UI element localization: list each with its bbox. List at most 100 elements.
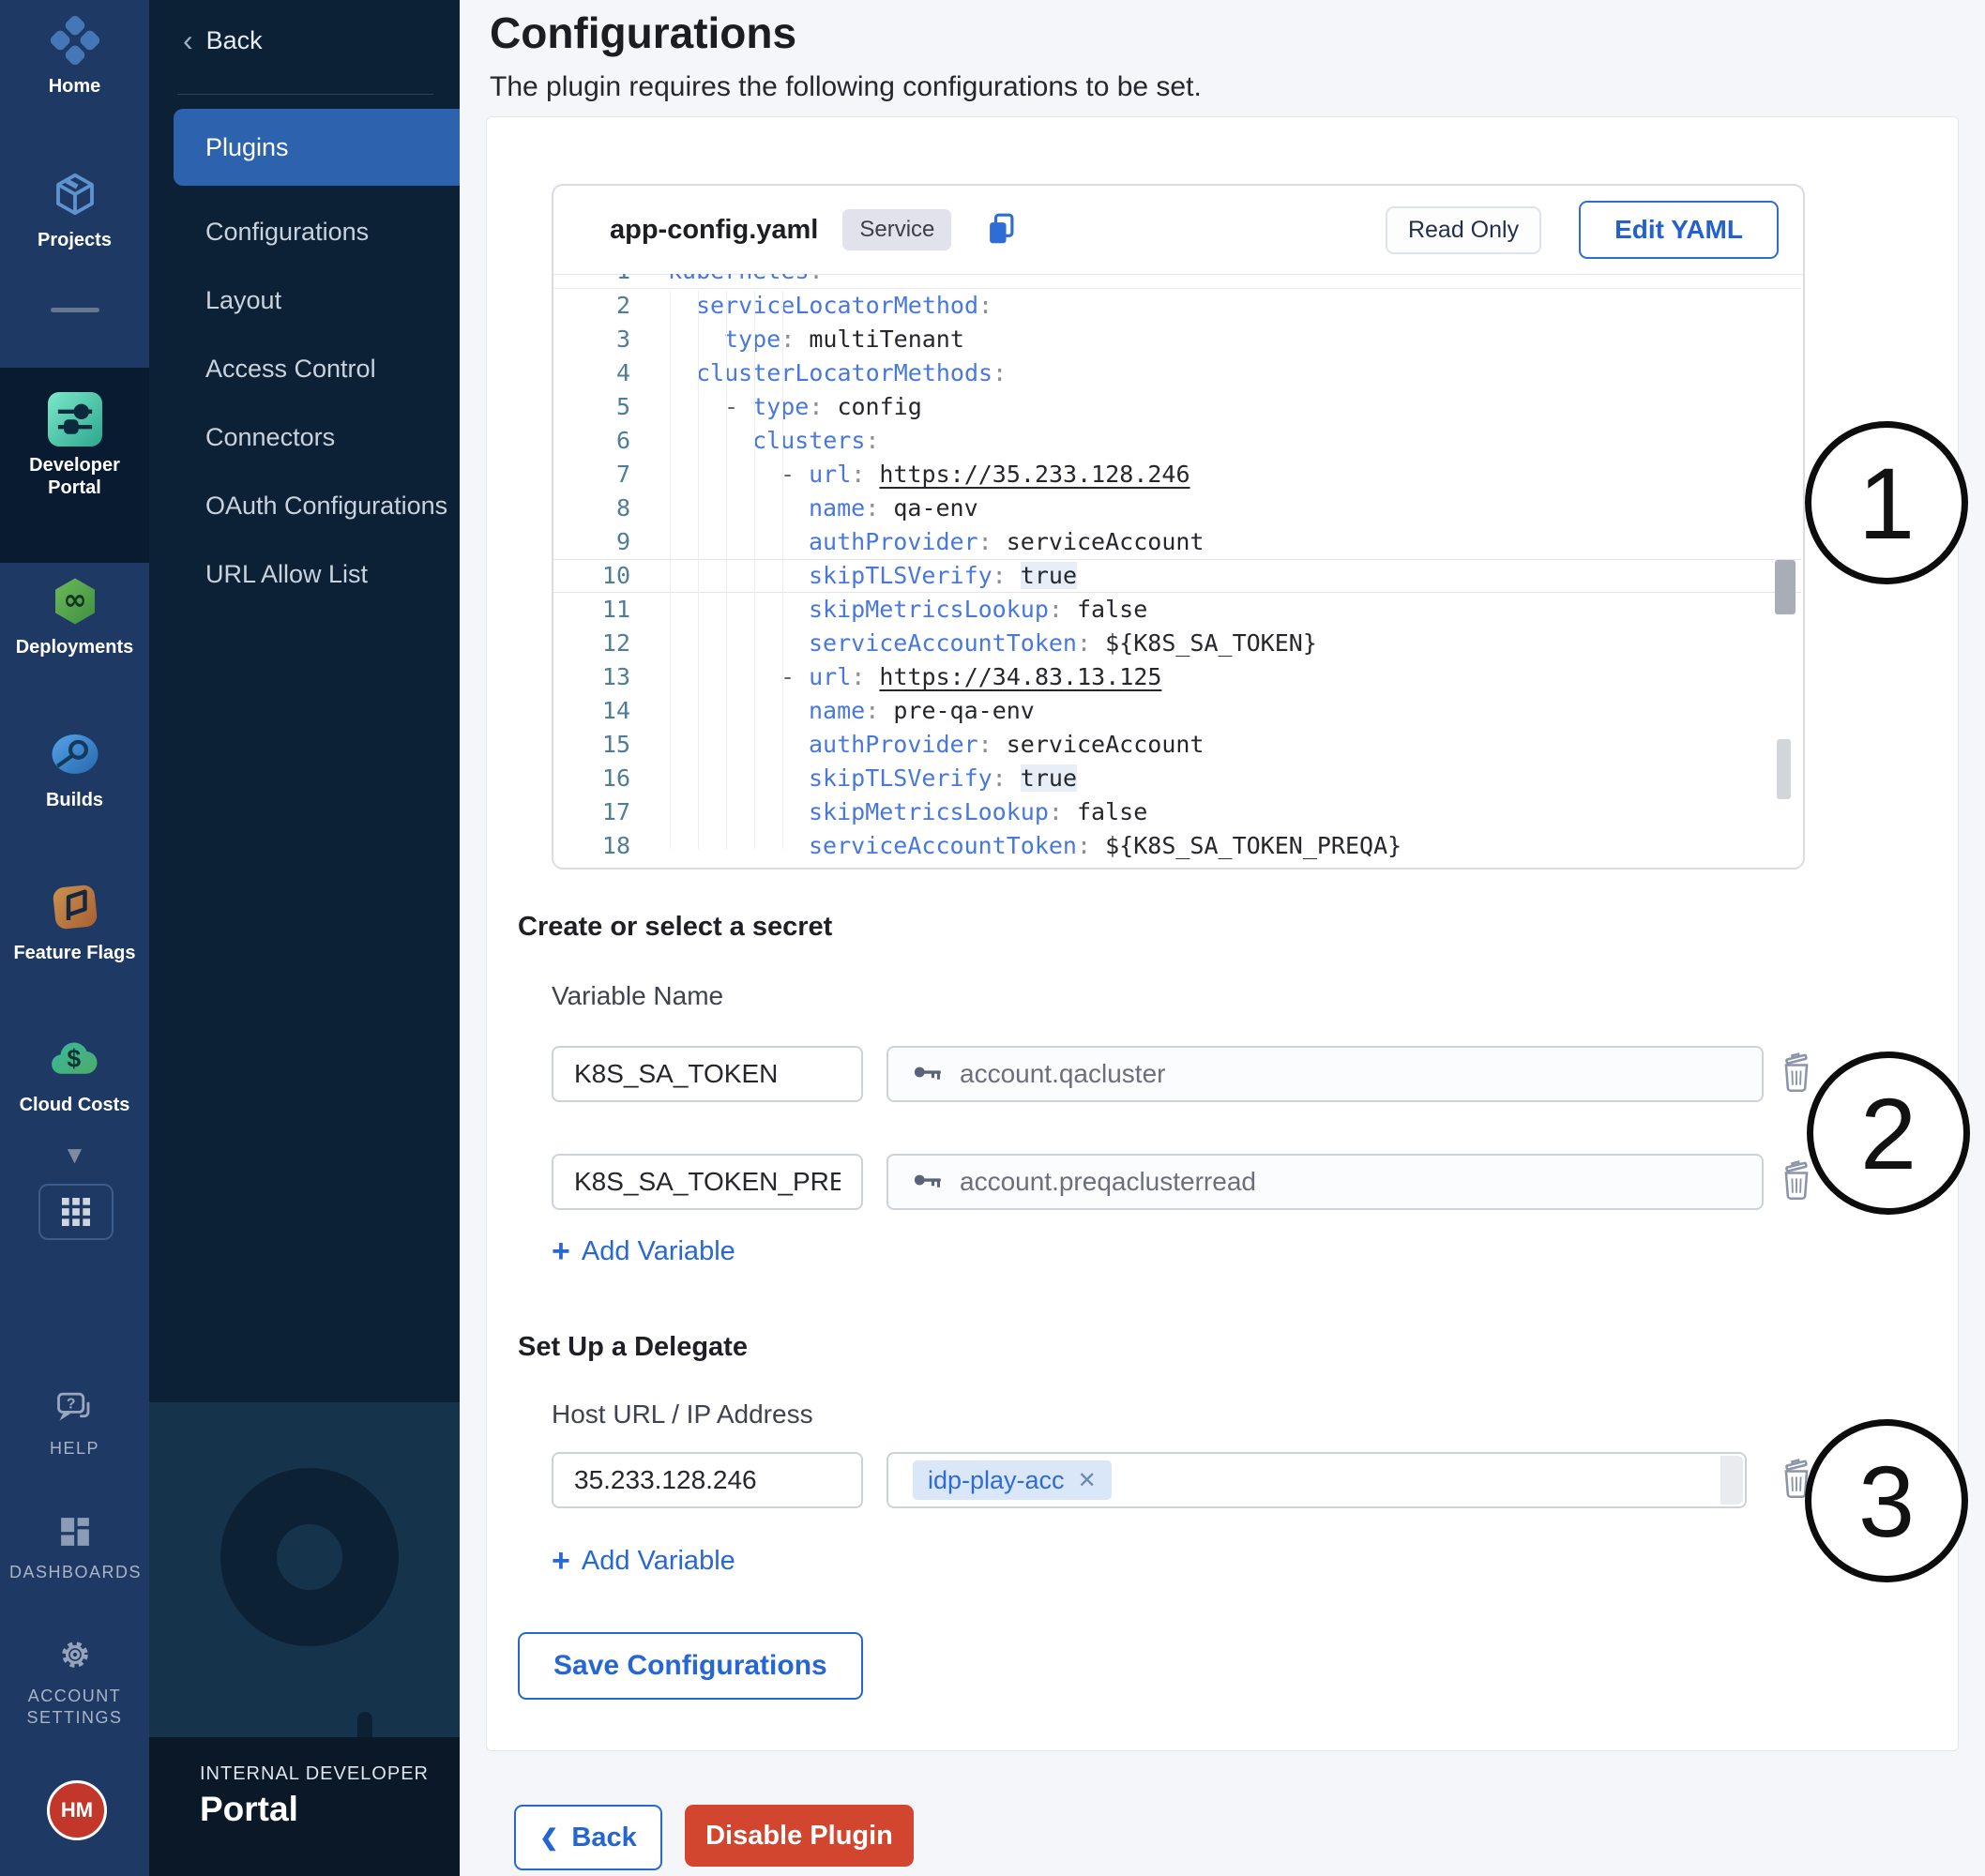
gear-icon — [0, 1634, 149, 1680]
scrollbar-thumb[interactable] — [1775, 560, 1796, 614]
read-only-badge: Read Only — [1386, 206, 1541, 254]
code-line-1: 1kubernetes: — [553, 274, 1801, 289]
add-variable-label: Add Variable — [582, 1546, 735, 1577]
selector-scroll-strip — [1720, 1456, 1743, 1505]
line-number: 8 — [553, 492, 630, 525]
sidebar-footer-dashboards[interactable]: DASHBOARDS — [0, 1512, 149, 1583]
help-chat-icon: ? — [0, 1388, 149, 1432]
divider — [177, 94, 433, 95]
sidebar-item-label: Cloud Costs — [0, 1094, 149, 1116]
line-number: 10 — [553, 559, 630, 593]
sidebar-footer-help[interactable]: ? HELP — [0, 1388, 149, 1460]
delegate-tag-label: idp-play-acc — [928, 1466, 1065, 1495]
host-url-input[interactable] — [552, 1452, 863, 1508]
indent-guide — [754, 291, 755, 849]
code-line-7: 7- url: https://35.233.128.246 — [553, 458, 1801, 492]
disable-plugin-button[interactable]: Disable Plugin — [685, 1805, 914, 1867]
line-number: 6 — [553, 424, 630, 458]
key-icon — [911, 1058, 945, 1091]
delete-variable-button[interactable] — [1777, 1159, 1816, 1204]
code-line-14: 14name: pre-qa-env — [553, 694, 1801, 728]
sidebar-item-developer-portal[interactable]: Developer Portal — [0, 368, 149, 563]
sidebar-item-label: Home — [0, 75, 149, 98]
variable-name-input[interactable] — [552, 1046, 863, 1102]
line-number: 17 — [553, 795, 630, 829]
back-button[interactable]: ❮ Back — [514, 1805, 662, 1870]
feature-flags-icon — [48, 880, 102, 934]
key-icon — [911, 1166, 945, 1199]
sidebar-footer-label: ACCOUNT SETTINGS — [0, 1686, 149, 1729]
module-grid-button[interactable] — [38, 1184, 114, 1240]
indent-guide — [782, 291, 783, 849]
code-line-15: 15authProvider: serviceAccount — [553, 728, 1801, 762]
line-number: 3 — [553, 323, 630, 356]
developer-portal-icon — [48, 392, 102, 446]
svg-text:?: ? — [66, 1397, 75, 1413]
add-variable-button[interactable]: + Add Variable — [552, 1236, 735, 1267]
sidebar-footer-account-settings[interactable]: ACCOUNT SETTINGS — [0, 1634, 149, 1729]
menu-item-oauth-configurations[interactable]: OAuth Configurations — [149, 473, 460, 538]
menu-item-access-control[interactable]: Access Control — [149, 336, 460, 401]
chevron-left-icon: ‹ — [183, 28, 193, 53]
chevron-down-icon[interactable]: ▼ — [0, 1141, 149, 1170]
add-delegate-variable-button[interactable]: + Add Variable — [552, 1546, 735, 1577]
annotation-circle-1: 1 — [1805, 421, 1968, 584]
line-number: 15 — [553, 728, 630, 762]
annotation-circle-3: 3 — [1805, 1419, 1968, 1582]
sidebar-item-builds[interactable]: Builds — [0, 727, 149, 811]
chevron-left-icon: ❮ — [539, 1824, 558, 1852]
sidebar-item-label: Developer Portal — [0, 454, 149, 499]
avatar[interactable]: HM — [47, 1780, 107, 1840]
menu-item-layout[interactable]: Layout — [149, 267, 460, 333]
edit-yaml-button[interactable]: Edit YAML — [1579, 201, 1779, 259]
indent-guide — [670, 291, 671, 849]
plus-icon: + — [552, 1548, 570, 1575]
code-line-5: 5- type: config — [553, 390, 1801, 424]
code-line-3: 3type: multiTenant — [553, 323, 1801, 356]
variable-name-input[interactable] — [552, 1154, 863, 1210]
code-line-13: 13- url: https://34.83.13.125 — [553, 660, 1801, 694]
sidebar-footer-label: HELP — [0, 1438, 149, 1460]
code-line-16: 16skipTLSVerify: true — [553, 762, 1801, 795]
deployments-icon: ∞ — [48, 574, 102, 628]
menu-item-plugins[interactable]: Plugins — [174, 109, 460, 186]
copy-icon[interactable] — [983, 211, 1019, 249]
line-number: 2 — [553, 289, 630, 323]
menu-item-connectors[interactable]: Connectors — [149, 404, 460, 470]
code-line-18: 18serviceAccountToken: ${K8S_SA_TOKEN_PR… — [553, 829, 1801, 863]
sidebar-divider — [51, 308, 99, 312]
secret-selector[interactable]: account.qacluster — [886, 1046, 1764, 1102]
sidebar-item-home[interactable]: Home — [0, 13, 149, 98]
delegate-selector[interactable]: idp-play-acc ✕ — [886, 1452, 1747, 1508]
sidebar-item-deployments[interactable]: ∞ Deployments — [0, 574, 149, 658]
remove-tag-icon[interactable]: ✕ — [1078, 1467, 1097, 1494]
code-editor[interactable]: 1kubernetes:2serviceLocatorMethod:3type:… — [553, 274, 1801, 866]
back-link[interactable]: ‹ Back — [183, 26, 263, 55]
primary-sidebar: Home Projects Developer Portal ∞ Deployments… — [0, 0, 149, 1876]
line-number: 9 — [553, 525, 630, 559]
menu-item-url-allow-list[interactable]: URL Allow List — [149, 541, 460, 607]
code-line-10: 10skipTLSVerify: true — [553, 559, 1801, 593]
back-link-label: Back — [206, 26, 263, 55]
sidebar-item-feature-flags[interactable]: Feature Flags — [0, 880, 149, 964]
harness-logo-icon — [48, 13, 102, 68]
grid-icon — [57, 1193, 95, 1231]
builds-icon — [48, 727, 102, 781]
menu-item-configurations[interactable]: Configurations — [149, 199, 460, 265]
sidebar-item-label: Deployments — [0, 636, 149, 658]
delete-variable-button[interactable] — [1777, 1051, 1816, 1097]
scrollbar-decoration — [1777, 739, 1791, 799]
sidebar-item-projects[interactable]: Projects — [0, 167, 149, 251]
page-subtitle: The plugin requires the following config… — [490, 71, 1202, 103]
decorative-ring — [220, 1468, 399, 1646]
service-badge: Service — [842, 209, 951, 250]
sidebar-footer-label: DASHBOARDS — [0, 1562, 149, 1583]
sidebar-item-cloud-costs[interactable]: $Cloud Costs — [0, 1032, 149, 1116]
code-line-12: 12serviceAccountToken: ${K8S_SA_TOKEN} — [553, 627, 1801, 660]
secret-selector[interactable]: account.preqaclusterread — [886, 1154, 1764, 1210]
product-branding: INTERNAL DEVELOPER Portal — [149, 1737, 460, 1876]
plus-icon: + — [552, 1238, 570, 1265]
indent-guide — [726, 291, 727, 849]
add-variable-label: Add Variable — [582, 1236, 735, 1267]
save-configurations-button[interactable]: Save Configurations — [518, 1632, 863, 1700]
